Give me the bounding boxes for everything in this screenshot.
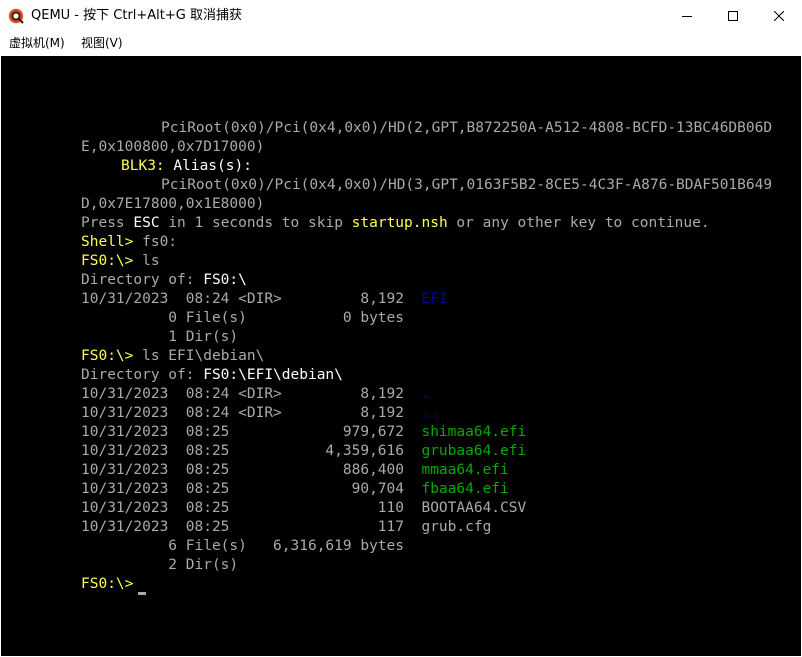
console-line: 6 File(s) 6,316,619 bytes xyxy=(81,538,405,554)
maximize-icon xyxy=(728,11,738,21)
console-line: Directory of: FS0:\ xyxy=(81,272,247,288)
shell-prompt: FS0:\> xyxy=(81,576,134,592)
console-line: 10/31/2023 08:25 886,400 mmaa64.efi xyxy=(81,462,509,478)
console-line: 10/31/2023 08:25 90,704 fbaa64.efi xyxy=(81,481,509,497)
console-line: 10/31/2023 08:24 <DIR> 8,192 EFI xyxy=(81,291,448,307)
close-icon xyxy=(774,11,784,21)
console-line: 10/31/2023 08:25 117 grub.cfg xyxy=(81,519,492,535)
qemu-window: QEMU - 按下 Ctrl+Alt+G 取消捕获 虚拟机(M) 视图(V) P… xyxy=(0,0,802,657)
vm-display[interactable]: PciRoot(0x0)/Pci(0x4,0x0)/HD(2,GPT,B8722… xyxy=(1,56,801,656)
console-line: Shell> fs0: xyxy=(81,234,178,250)
console-line: BLK3: Alias(s): xyxy=(121,158,252,174)
close-button[interactable] xyxy=(756,0,802,32)
console-line: 10/31/2023 08:25 110 BOOTAA64.CSV xyxy=(81,500,527,516)
text-cursor xyxy=(138,592,146,595)
maximize-button[interactable] xyxy=(710,0,756,32)
window-title: QEMU - 按下 Ctrl+Alt+G 取消捕获 xyxy=(31,8,242,23)
console-line: 10/31/2023 08:25 979,672 shimaa64.efi xyxy=(81,424,527,440)
qemu-logo-icon xyxy=(8,8,24,24)
console-line: 10/31/2023 08:25 4,359,616 grubaa64.efi xyxy=(81,443,527,459)
console-line: E,0x100800,0x7D17000) xyxy=(81,139,265,155)
console-line: PciRoot(0x0)/Pci(0x4,0x0)/HD(3,GPT,0163F… xyxy=(161,177,773,193)
console-line: D,0x7E17800,0x1E8000) xyxy=(81,196,265,212)
menu-bar: 虚拟机(M) 视图(V) xyxy=(0,32,802,55)
console-line: PciRoot(0x0)/Pci(0x4,0x0)/HD(2,GPT,B8722… xyxy=(161,120,773,136)
console-line: Directory of: FS0:\EFI\debian\ xyxy=(81,367,343,383)
console-line: 10/31/2023 08:24 <DIR> 8,192 . xyxy=(81,386,431,402)
minimize-icon xyxy=(682,16,692,17)
console-line: 10/31/2023 08:24 <DIR> 8,192 .. xyxy=(81,405,439,421)
menu-view[interactable]: 视图(V) xyxy=(81,35,123,52)
console-line: FS0:\> ls xyxy=(81,253,160,269)
console-line: 1 Dir(s) xyxy=(81,329,239,345)
console-line: Press ESC in 1 seconds to skip startup.n… xyxy=(81,215,710,231)
console-line: FS0:\> ls EFI\debian\ xyxy=(81,348,265,364)
title-bar[interactable]: QEMU - 按下 Ctrl+Alt+G 取消捕获 xyxy=(0,0,802,32)
menu-machine[interactable]: 虚拟机(M) xyxy=(9,35,65,52)
minimize-button[interactable] xyxy=(664,0,710,32)
console-line: 2 Dir(s) xyxy=(81,557,239,573)
console-line: 0 File(s) 0 bytes xyxy=(81,310,405,326)
